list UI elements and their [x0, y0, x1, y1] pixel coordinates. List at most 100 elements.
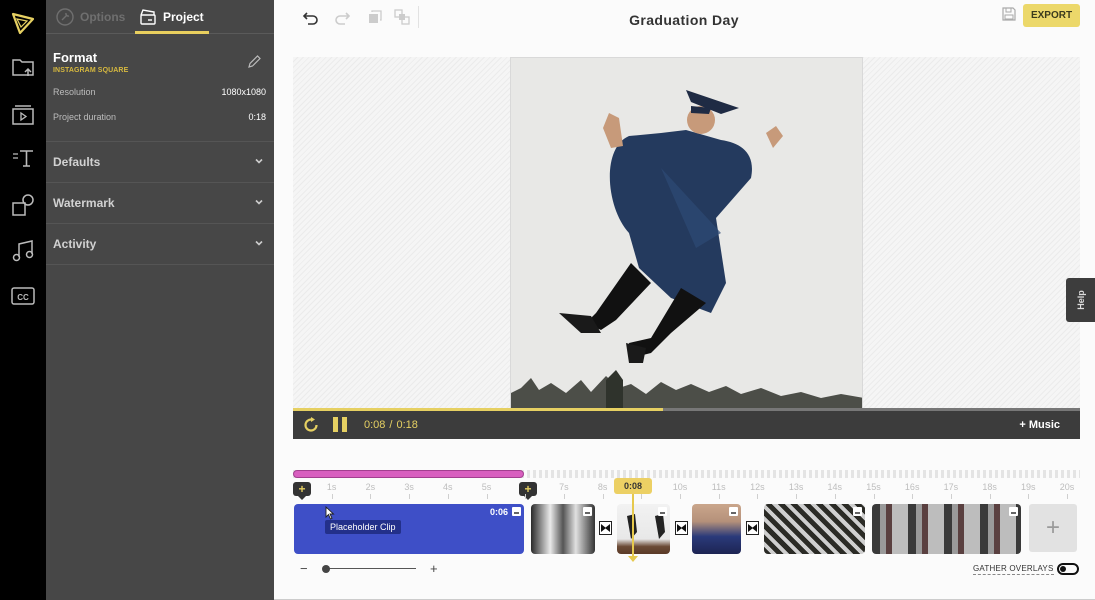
timeline-clip[interactable] — [764, 504, 865, 554]
ruler-tick — [370, 494, 372, 499]
logo-icon[interactable] — [8, 8, 38, 38]
ruler-tick — [873, 494, 875, 499]
resolution-row: Resolution 1080x1080 — [53, 87, 266, 97]
gather-overlays-toggle[interactable] — [1057, 563, 1079, 575]
redo-icon — [335, 12, 351, 25]
save-icon[interactable] — [1001, 6, 1017, 22]
scrubber-selection[interactable] — [293, 470, 524, 478]
ruler-tick — [950, 494, 952, 499]
timeline-clip[interactable] — [617, 504, 670, 554]
music-icon[interactable] — [8, 236, 38, 266]
redo-button[interactable] — [332, 7, 352, 27]
ruler-label: 3s — [404, 482, 414, 492]
editor-main: Graduation Day EXPORT 0:08 / 0:18 + Musi… — [274, 0, 1095, 600]
pause-bar-icon — [342, 417, 347, 432]
transition-icon[interactable] — [675, 521, 688, 535]
duplicate-button[interactable] — [365, 7, 385, 27]
timeline-clip[interactable] — [531, 504, 595, 554]
ruler-label: 10s — [672, 482, 688, 492]
clip-duration: 0:06 — [489, 507, 508, 517]
undo-button[interactable] — [301, 7, 321, 27]
image-badge-icon — [853, 507, 862, 516]
preview-canvas[interactable] — [510, 57, 863, 410]
pencil-icon[interactable] — [246, 54, 262, 70]
accordion-activity[interactable]: Activity — [46, 224, 274, 265]
chevron-down-icon — [255, 240, 263, 246]
pause-bar-icon — [333, 417, 338, 432]
group-button[interactable] — [392, 7, 412, 27]
tab-options-label: Options — [80, 10, 126, 24]
ruler-label: 13s — [788, 482, 804, 492]
accordion-defaults[interactable]: Defaults — [46, 142, 274, 183]
tab-options[interactable]: Options — [56, 0, 125, 34]
export-button[interactable]: EXPORT — [1023, 4, 1080, 27]
accordion-watermark[interactable]: Watermark — [46, 183, 274, 224]
ruler-tick — [834, 494, 836, 499]
playhead-line[interactable] — [632, 494, 634, 558]
zoom-in-button[interactable]: + — [430, 561, 438, 576]
video-editor-app: CC Options Project Format INSTAGRAM SQUA… — [0, 0, 1095, 600]
panel-tabs: Options Project — [46, 0, 274, 34]
timeline-clip[interactable] — [692, 504, 741, 554]
ruler-label: 2s — [365, 482, 376, 492]
mouse-cursor-icon — [325, 506, 335, 520]
ruler-tick — [1028, 494, 1030, 499]
replay-icon[interactable] — [302, 416, 320, 434]
captions-icon[interactable]: CC — [8, 281, 38, 311]
timeline-clip[interactable] — [872, 504, 1021, 554]
playback-progress[interactable] — [293, 408, 1080, 411]
ruler-tick — [796, 494, 798, 499]
timeline-scrubber[interactable] — [293, 470, 1080, 478]
add-clip-marker-button[interactable]: + — [293, 482, 311, 500]
transition-icon[interactable] — [746, 521, 759, 535]
resolution-value: 1080x1080 — [221, 87, 266, 97]
ruler-label: 4s — [443, 482, 453, 492]
ruler-tick — [602, 494, 604, 499]
total-time: 0:18 — [396, 419, 418, 431]
playhead-arrow-icon — [628, 556, 638, 562]
project-panel: Options Project Format INSTAGRAM SQUARE … — [46, 0, 274, 600]
image-badge-icon — [658, 507, 667, 516]
wrench-icon — [56, 8, 74, 26]
pause-button[interactable] — [333, 417, 347, 433]
image-badge-icon — [729, 507, 738, 516]
time-separator: / — [389, 419, 393, 431]
add-clip-marker-button[interactable]: + — [519, 482, 537, 500]
zoom-slider-handle[interactable] — [322, 565, 330, 573]
format-title: Format — [53, 50, 98, 65]
svg-text:CC: CC — [17, 293, 29, 302]
project-title[interactable]: Graduation Day — [584, 12, 784, 28]
text-icon[interactable] — [8, 143, 38, 173]
resolution-label: Resolution — [53, 87, 96, 97]
help-label: Help — [1075, 290, 1086, 310]
upload-folder-icon[interactable] — [8, 52, 38, 82]
chevron-down-icon — [255, 199, 263, 205]
add-music-button[interactable]: + Music — [1019, 419, 1060, 431]
ruler-tick — [331, 494, 333, 499]
ruler-label: 20s — [1059, 482, 1075, 492]
zoom-out-button[interactable]: − — [300, 561, 308, 576]
defaults-label: Defaults — [53, 155, 101, 169]
transition-icon[interactable] — [599, 521, 612, 535]
ruler-label: 1s — [326, 482, 337, 492]
help-button[interactable]: Help — [1066, 278, 1095, 322]
playback-progress-fill — [293, 408, 663, 411]
add-clip-button[interactable]: + — [1029, 504, 1077, 552]
ruler-label: 5s — [481, 482, 492, 492]
graduate-jumping-image — [511, 58, 862, 409]
ruler-tick — [447, 494, 449, 499]
ruler-label: 17s — [943, 482, 959, 492]
shapes-icon[interactable] — [8, 190, 38, 220]
ruler-tick — [912, 494, 914, 499]
ruler-tick — [525, 494, 527, 499]
zoom-slider-track[interactable] — [326, 568, 416, 569]
ruler-label: 18s — [982, 482, 997, 492]
gather-overlays-label[interactable]: GATHER OVERLAYS — [973, 564, 1054, 575]
ruler-label: 12s — [750, 482, 765, 492]
media-icon[interactable] — [8, 100, 38, 130]
tab-project[interactable]: Project — [135, 0, 209, 34]
format-name: INSTAGRAM SQUARE — [53, 67, 129, 74]
playhead-time[interactable]: 0:08 — [614, 478, 652, 494]
ruler-label: 11s — [711, 482, 726, 492]
ruler-tick — [680, 494, 681, 499]
